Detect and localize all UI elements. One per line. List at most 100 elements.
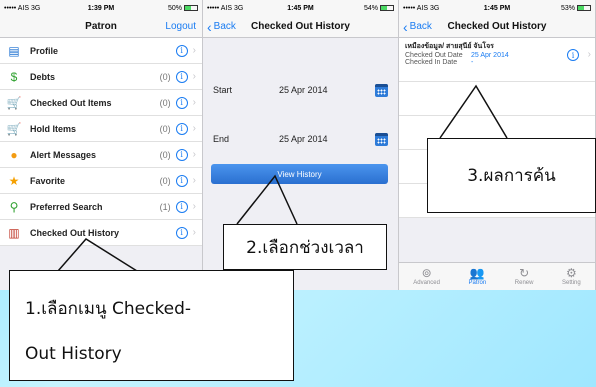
back-button[interactable]: ‹ Back [403, 18, 432, 35]
item-title: เหมืองข้อมูล/ สายสุนีย์ จันโจร [405, 43, 494, 50]
callout-step-1: 1.เลือกเมนู Checked- Out History [9, 270, 294, 381]
menu-item[interactable]: 🛒 Checked Out Items (0) i › [0, 90, 202, 116]
back-label: Back [213, 21, 236, 32]
chevron-right-icon: › [192, 149, 196, 160]
menu-item[interactable]: ● Alert Messages (0) i › [0, 142, 202, 168]
start-date-row[interactable]: Start 25 Apr 2014 [203, 73, 398, 107]
menu-item-label: Checked Out Items [30, 97, 112, 108]
clock: 1:45 PM [483, 4, 511, 12]
speech-bubble-icon: ● [10, 147, 18, 162]
patron-menu: ▤ Profile i › $ Debts (0) i › 🛒 Checked Out Items (… [0, 38, 202, 246]
nav-bar: Patron Logout [0, 16, 202, 38]
menu-item-count: (0) [159, 175, 171, 186]
books-icon: ▥ [8, 225, 20, 240]
info-icon[interactable]: i [175, 200, 188, 213]
chevron-right-icon: › [192, 45, 196, 56]
battery-icon [577, 5, 591, 11]
chevron-right-icon: › [192, 175, 196, 186]
end-date-value: 25 Apr 2014 [279, 134, 328, 144]
id-card-icon: ▤ [8, 43, 20, 58]
chevron-left-icon: ‹ [207, 18, 212, 35]
clock: 1:45 PM [287, 4, 314, 12]
dollar-icon: $ [10, 69, 18, 84]
info-icon[interactable]: i [175, 174, 188, 187]
tab-label: Renew [514, 280, 534, 286]
end-label: End [213, 134, 230, 144]
menu-item-label: Favorite [30, 175, 66, 186]
tab-label: Patron [468, 280, 487, 286]
menu-item[interactable]: ⚲ Preferred Search (1) i › [0, 194, 202, 220]
start-label: Start [213, 85, 233, 95]
calendar-icon[interactable] [375, 83, 388, 97]
magnifier-icon: ⚲ [9, 199, 19, 214]
menu-item-label: Debts [30, 71, 56, 82]
battery-icon [184, 5, 198, 11]
start-date-value: 25 Apr 2014 [279, 85, 328, 95]
menu-item[interactable]: ★ Favorite (0) i › [0, 168, 202, 194]
info-icon[interactable]: i [175, 70, 188, 83]
people-icon: 👥 [469, 266, 485, 280]
menu-item[interactable]: ▤ Profile i › [0, 38, 202, 64]
menu-item-count: (0) [159, 97, 171, 108]
status-bar: ••••• AIS 3G 1:45 PM 54% [203, 0, 398, 16]
checked-in-value: - [471, 59, 474, 66]
cart-hold-icon: 🛒 [6, 121, 22, 136]
end-date-row[interactable]: End 25 Apr 2014 [203, 122, 398, 156]
tab-advanced[interactable]: ⊚ Advanced [413, 266, 440, 287]
tab-bar: ⊚ Advanced 👥 Patron ↻ Renew ⚙ Setting [399, 262, 595, 290]
menu-item-label: Hold Items [30, 123, 77, 134]
menu-item-count: (0) [159, 123, 171, 134]
callout-step-3: 3.ผลการค้น [427, 138, 596, 213]
refresh-icon: ↻ [519, 266, 530, 280]
info-icon[interactable]: i [567, 49, 579, 61]
clock: 1:39 PM [87, 4, 115, 12]
battery-icon [380, 5, 394, 11]
status-bar: ••••• AIS 3G 1:45 PM 53% [399, 0, 595, 16]
magnifier-icon: ⊚ [421, 266, 432, 280]
tab-setting[interactable]: ⚙ Setting [562, 266, 581, 287]
menu-item-label: Checked Out History [30, 227, 120, 238]
menu-item-count: (0) [159, 71, 171, 82]
back-label: Back [409, 21, 432, 32]
tab-label: Setting [562, 280, 581, 286]
menu-item-label: Preferred Search [30, 201, 103, 212]
info-icon[interactable]: i [175, 96, 188, 109]
menu-item-count: (0) [159, 149, 171, 160]
callout-1-line-2: Out History [25, 344, 122, 364]
cart-out-icon: 🛒 [6, 95, 22, 110]
chevron-left-icon: ‹ [403, 18, 408, 35]
info-icon[interactable]: i [175, 122, 188, 135]
menu-item-label: Profile [30, 45, 59, 56]
nav-bar: ‹ Back Checked Out History [203, 16, 398, 38]
empty-row [399, 82, 595, 116]
info-icon[interactable]: i [175, 44, 188, 57]
gear-icon: ⚙ [565, 266, 577, 280]
callout-step-2: 2.เลือกช่วงเวลา [223, 224, 387, 270]
menu-item[interactable]: ▥ Checked Out History i › [0, 220, 202, 246]
tab-label: Advanced [413, 280, 440, 286]
view-history-button[interactable]: View History [211, 164, 388, 184]
chevron-right-icon: › [192, 201, 196, 212]
checked-out-value: 25 Apr 2014 [471, 52, 509, 59]
callout-1-line-1: 1.เลือกเมนู Checked- [25, 299, 192, 319]
chevron-right-icon: › [587, 49, 591, 60]
history-item[interactable]: เหมืองข้อมูล/ สายสุนีย์ จันโจร Checked O… [399, 38, 595, 82]
chevron-right-icon: › [192, 97, 196, 108]
info-icon[interactable]: i [175, 148, 188, 161]
tab-renew[interactable]: ↻ Renew [514, 266, 534, 287]
menu-item[interactable]: 🛒 Hold Items (0) i › [0, 116, 202, 142]
calendar-icon[interactable] [375, 132, 388, 146]
star-icon: ★ [8, 173, 20, 188]
chevron-right-icon: › [192, 227, 196, 238]
menu-item[interactable]: $ Debts (0) i › [0, 64, 202, 90]
status-bar: ••••• AIS 3G 1:39 PM 50% [0, 0, 202, 16]
menu-item-label: Alert Messages [30, 149, 97, 160]
menu-item-count: (1) [159, 201, 171, 212]
info-icon[interactable]: i [175, 226, 188, 239]
checked-out-label: Checked Out Date [405, 52, 463, 59]
tab-patron[interactable]: 👥 Patron [468, 266, 487, 287]
back-button[interactable]: ‹ Back [207, 18, 236, 35]
nav-bar: ‹ Back Checked Out History [399, 16, 595, 38]
logout-button[interactable]: Logout [165, 21, 196, 32]
chevron-right-icon: › [192, 123, 196, 134]
